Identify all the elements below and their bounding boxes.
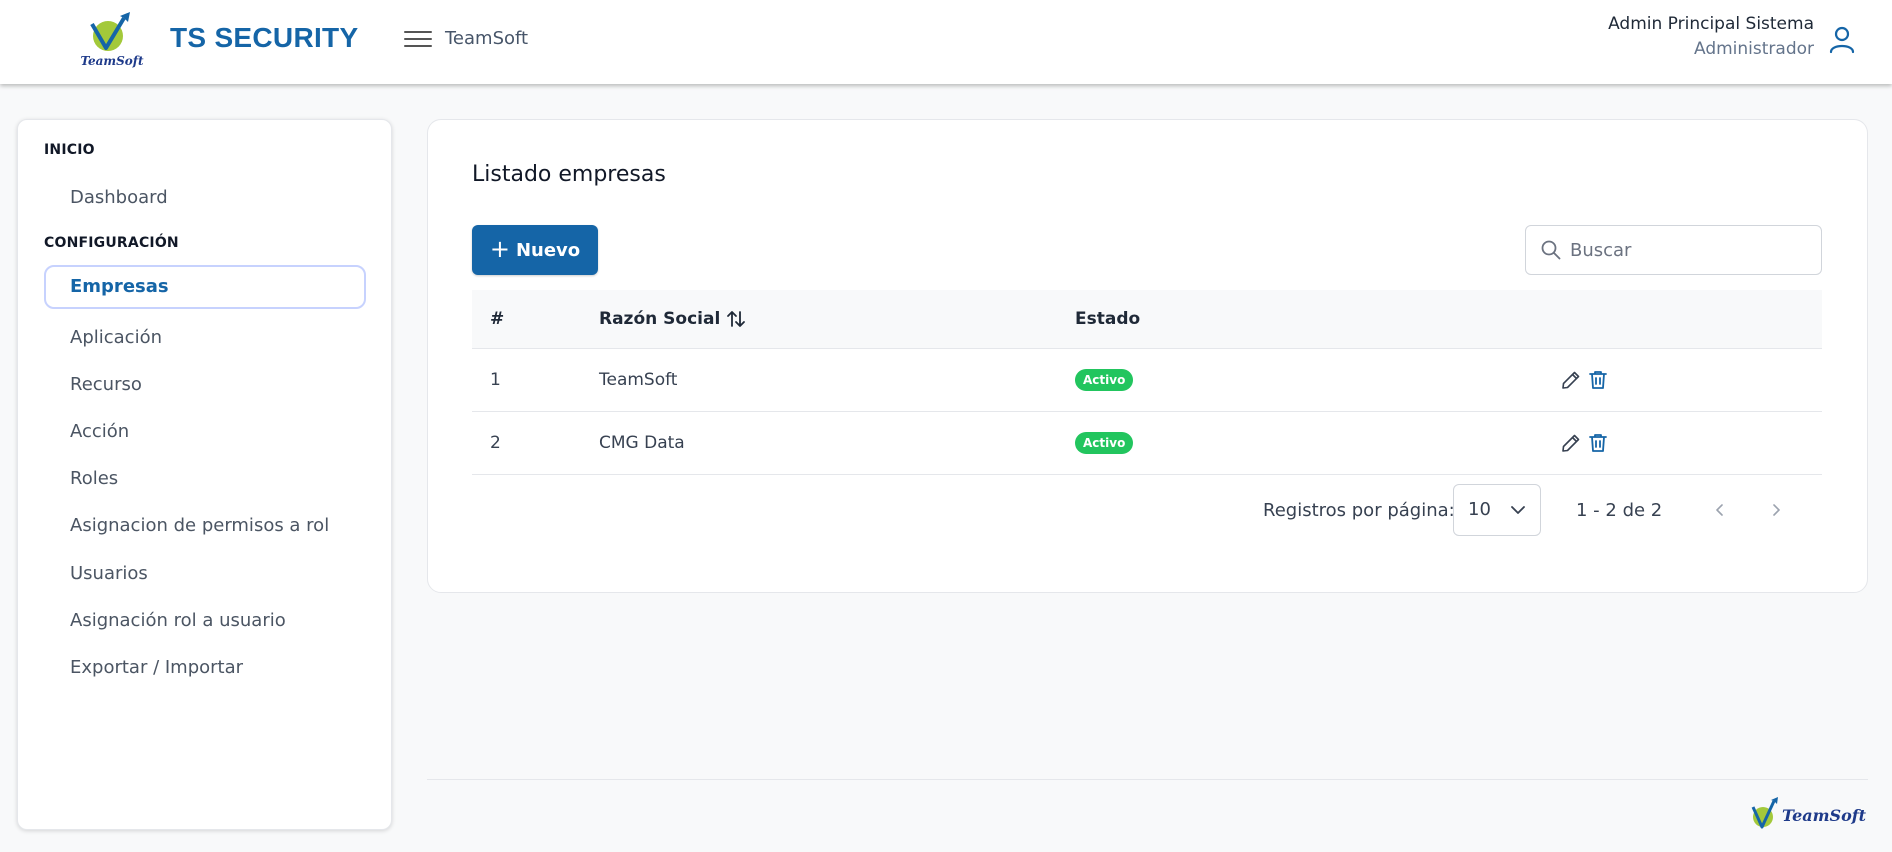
sidebar-item-recurso[interactable]: Recurso: [44, 363, 366, 407]
sidebar-item-dashboard[interactable]: Dashboard: [44, 176, 366, 220]
column-header-razon-social[interactable]: Razón Social: [599, 290, 1075, 349]
teamsoft-logo[interactable]: TeamSoft: [80, 12, 144, 70]
search-input[interactable]: [1570, 226, 1810, 274]
search-icon: [1541, 240, 1561, 260]
page-size-label: Registros por página:: [1263, 500, 1455, 521]
empresas-table: # Razón Social Estado 1 TeamSoft Activo: [472, 290, 1822, 475]
edit-icon[interactable]: [1559, 431, 1583, 455]
status-badge: Activo: [1075, 368, 1134, 391]
top-bar: TeamSoft TS SECURITY TeamSoft Admin Prin…: [0, 0, 1892, 84]
sidebar-item-roles[interactable]: Roles: [44, 457, 366, 501]
footer-logo: TeamSoft: [1750, 797, 1866, 833]
logo-text: TeamSoft: [80, 54, 144, 68]
column-header-actions: [1541, 290, 1822, 349]
column-header-razon-social-label: Razón Social: [599, 308, 721, 329]
sidebar-item-usuarios[interactable]: Usuarios: [44, 552, 366, 596]
footer-divider: [427, 779, 1868, 780]
user-icon[interactable]: [1826, 24, 1858, 56]
chevron-left-icon[interactable]: [1707, 497, 1733, 523]
brand-title: TS SECURITY: [170, 22, 359, 53]
table-header-row: # Razón Social Estado: [472, 290, 1822, 349]
chevron-down-icon: [1511, 506, 1525, 514]
page-size-select[interactable]: 10: [1453, 484, 1541, 536]
sidebar: INICIO Dashboard CONFIGURACIÓN Empresas …: [17, 119, 392, 830]
table-row: 2 CMG Data Activo: [472, 411, 1822, 475]
footer-logo-text: TeamSoft: [1782, 806, 1867, 825]
hamburger-menu-icon[interactable]: [402, 26, 434, 52]
sidebar-item-asignacion-rol[interactable]: Asignación rol a usuario: [44, 599, 366, 643]
user-name: Admin Principal Sistema: [1608, 14, 1814, 34]
teamsoft-footer-mark-icon: [1751, 797, 1778, 829]
status-badge: Activo: [1075, 431, 1134, 454]
page-range: 1 - 2 de 2: [1576, 500, 1663, 521]
sort-icon[interactable]: [726, 309, 746, 329]
breadcrumb: TeamSoft: [445, 28, 529, 49]
teamsoft-logo-mark-icon: [90, 12, 130, 51]
sidebar-item-exportar-importar[interactable]: Exportar / Importar: [44, 646, 366, 690]
search-box: [1525, 225, 1822, 275]
cell-num: 2: [472, 411, 599, 475]
section-title-inicio: INICIO: [44, 142, 95, 158]
sidebar-item-aplicacion[interactable]: Aplicación: [44, 316, 366, 360]
column-header-num: #: [472, 290, 599, 349]
sidebar-item-accion[interactable]: Acción: [44, 410, 366, 454]
user-role: Administrador: [1693, 39, 1814, 59]
section-title-configuracion: CONFIGURACIÓN: [44, 235, 179, 251]
cell-razon-social: TeamSoft: [599, 348, 1075, 412]
cell-razon-social: CMG Data: [599, 411, 1075, 475]
page-title: Listado empresas: [472, 162, 666, 187]
sidebar-item-asignacion-permisos[interactable]: Asignacion de permisos a rol: [44, 504, 366, 548]
trash-icon[interactable]: [1586, 431, 1610, 455]
sidebar-item-empresas[interactable]: Empresas: [44, 265, 366, 309]
chevron-right-icon[interactable]: [1763, 497, 1789, 523]
column-header-estado: Estado: [1075, 290, 1541, 349]
plus-icon: +: [489, 235, 510, 263]
page-size-value: 10: [1468, 499, 1491, 520]
trash-icon[interactable]: [1586, 368, 1610, 392]
edit-icon[interactable]: [1559, 368, 1583, 392]
table-row: 1 TeamSoft Activo: [472, 348, 1822, 412]
cell-num: 1: [472, 348, 599, 412]
new-button-label: Nuevo: [515, 239, 581, 261]
main-card: Listado empresas + Nuevo # Razón Social …: [427, 119, 1868, 593]
new-button[interactable]: + Nuevo: [472, 225, 598, 275]
